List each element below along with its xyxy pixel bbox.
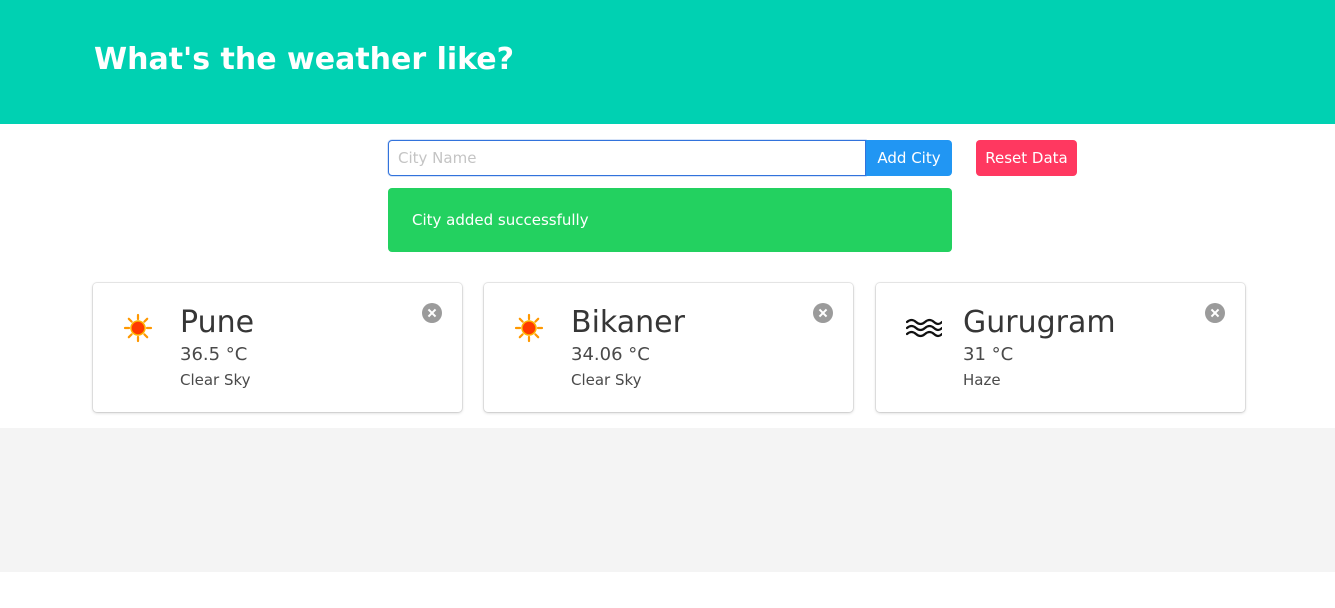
haze-icon bbox=[906, 313, 942, 343]
city-description: Haze bbox=[963, 371, 1001, 389]
city-description: Clear Sky bbox=[180, 371, 251, 389]
city-card-pune: Pune 36.5 °C Clear Sky bbox=[93, 283, 462, 412]
city-name: Gurugram bbox=[963, 305, 1116, 340]
delete-city-button[interactable] bbox=[1205, 303, 1225, 323]
notification-message: City added successfully bbox=[412, 211, 589, 229]
city-description: Clear Sky bbox=[571, 371, 642, 389]
city-temperature: 36.5 °C bbox=[180, 344, 248, 365]
delete-city-button[interactable] bbox=[422, 303, 442, 323]
city-temperature: 31 °C bbox=[963, 344, 1014, 365]
city-name: Bikaner bbox=[571, 305, 685, 340]
add-city-button[interactable]: Add City bbox=[866, 140, 952, 176]
success-notification: City added successfully bbox=[388, 188, 952, 252]
city-name-input[interactable] bbox=[388, 140, 866, 176]
footer bbox=[0, 428, 1335, 572]
sun-icon bbox=[514, 313, 544, 343]
city-card-bikaner: Bikaner 34.06 °C Clear Sky bbox=[484, 283, 853, 412]
sun-icon bbox=[123, 313, 153, 343]
city-temperature: 34.06 °C bbox=[571, 344, 650, 365]
reset-data-button[interactable]: Reset Data bbox=[976, 140, 1077, 176]
city-name: Pune bbox=[180, 305, 255, 340]
header-banner: What's the weather like? bbox=[0, 0, 1335, 124]
page-title: What's the weather like? bbox=[94, 42, 515, 77]
city-card-gurugram: Gurugram 31 °C Haze bbox=[876, 283, 1245, 412]
delete-city-button[interactable] bbox=[813, 303, 833, 323]
